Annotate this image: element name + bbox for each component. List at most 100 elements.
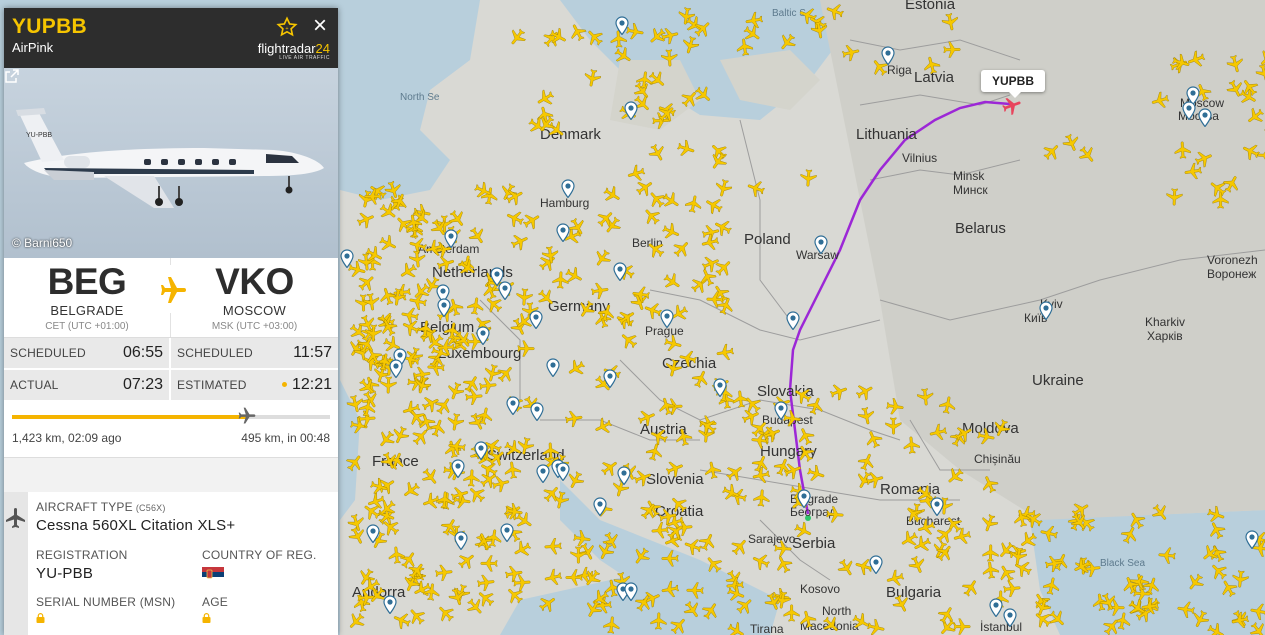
airport-pin-icon[interactable] [498,281,512,300]
aircraft-marker[interactable] [841,43,861,63]
aircraft-marker[interactable] [642,206,662,226]
aircraft-marker[interactable] [424,238,444,258]
aircraft-marker[interactable] [1219,578,1239,598]
aircraft-marker[interactable] [777,32,797,52]
aircraft-marker[interactable] [979,513,999,533]
aircraft-marker[interactable] [425,332,445,352]
registration-value[interactable]: YU-PBB [36,565,202,582]
aircraft-marker[interactable] [635,178,655,198]
aircraft-marker[interactable] [856,406,876,426]
aircraft-marker[interactable] [1164,187,1184,207]
aircraft-marker[interactable] [704,554,724,574]
aircraft-marker[interactable] [935,525,955,545]
aircraft-marker[interactable] [637,408,657,428]
aircraft-marker[interactable] [698,532,718,552]
aircraft-marker[interactable] [915,387,935,407]
aircraft-marker[interactable] [685,580,705,600]
aircraft-marker[interactable] [491,474,511,494]
airport-pin-icon[interactable] [989,598,1003,617]
aircraft-marker[interactable] [1190,609,1210,629]
airport-pin-icon[interactable] [1182,101,1196,120]
aircraft-marker[interactable] [345,453,365,473]
aircraft-marker[interactable] [703,460,723,480]
aircraft-marker[interactable] [377,498,397,518]
aircraft-marker[interactable] [404,213,424,233]
aircraft-marker[interactable] [663,358,683,378]
aircraft-marker[interactable] [672,239,692,259]
aircraft-marker[interactable] [619,330,639,350]
aircraft-marker[interactable] [613,46,633,66]
aircraft-marker[interactable] [680,89,700,109]
aircraft-marker[interactable] [347,526,367,546]
aircraft-marker[interactable] [548,27,568,47]
aircraft-marker[interactable] [715,342,735,362]
airport-pin-icon[interactable] [930,497,944,516]
aircraft-marker[interactable] [467,226,487,246]
aircraft-marker[interactable] [660,579,680,599]
selected-plane-icon[interactable] [1001,95,1023,117]
aircraft-marker[interactable] [1033,609,1053,629]
aircraft-marker[interactable] [1150,503,1170,523]
aircraft-marker[interactable] [1225,79,1245,99]
airport-pin-icon[interactable] [506,396,520,415]
aircraft-marker[interactable] [369,477,389,497]
aircraft-marker[interactable] [536,114,556,134]
aircraft-marker[interactable] [674,427,694,447]
airport-pin-icon[interactable] [500,523,514,542]
aircraft-marker[interactable] [1241,141,1261,161]
aircraft-marker[interactable] [938,395,958,415]
aircraft-marker[interactable] [725,463,745,483]
aircraft-marker[interactable] [540,245,560,265]
aircraft-marker[interactable] [475,406,495,426]
aircraft-marker[interactable] [1245,106,1265,126]
aircraft-marker[interactable] [408,291,428,311]
aircraft-marker[interactable] [751,465,771,485]
aircraft-marker[interactable] [935,543,955,563]
aircraft-marker[interactable] [515,436,535,456]
aircraft-marker[interactable] [682,600,702,620]
aircraft-marker[interactable] [698,416,718,436]
aircraft-marker[interactable] [1171,53,1191,73]
aircraft-marker[interactable] [383,180,403,200]
airport-pin-icon[interactable] [561,179,575,198]
aircraft-marker[interactable] [462,468,482,488]
aircraft-marker[interactable] [659,48,679,68]
aircraft-marker[interactable] [1018,530,1038,550]
aircraft-marker[interactable] [422,582,442,602]
aircraft-marker[interactable] [635,70,655,90]
aircraft-marker[interactable] [885,397,905,417]
aircraft-marker[interactable] [762,424,782,444]
aircraft-marker[interactable] [1061,133,1081,153]
aircraft-marker[interactable] [1173,140,1193,160]
aircraft-marker[interactable] [649,611,669,631]
aircraft-marker[interactable] [631,284,651,304]
aircraft-marker[interactable] [691,369,711,389]
aircraft-marker[interactable] [479,553,499,573]
aircraft-marker[interactable] [538,594,558,614]
aircraft-marker[interactable] [434,396,454,416]
aircraft-marker[interactable] [434,563,454,583]
aircraft-marker[interactable] [1185,572,1205,592]
aircraft-marker[interactable] [730,537,750,557]
aircraft-marker[interactable] [660,548,680,568]
aircraft-marker[interactable] [590,281,610,301]
aircraft-marker[interactable] [457,551,477,571]
airport-pin-icon[interactable] [476,326,490,345]
aircraft-marker[interactable] [346,611,366,631]
aircraft-type-name[interactable]: Cessna 560XL Citation XLS+ [36,517,338,534]
aircraft-marker[interactable] [597,303,617,323]
aircraft-marker[interactable] [721,483,741,503]
aircraft-marker[interactable] [457,258,477,278]
aircraft-marker[interactable] [566,358,586,378]
aircraft-marker[interactable] [376,429,396,449]
airport-pin-icon[interactable] [474,441,488,460]
aircraft-marker[interactable] [700,232,720,252]
airport-pin-icon[interactable] [556,223,570,242]
aircraft-marker[interactable] [829,382,849,402]
airport-pin-icon[interactable] [451,459,465,478]
aircraft-marker[interactable] [378,286,398,306]
aircraft-marker[interactable] [582,568,602,588]
aircraft-marker[interactable] [907,555,927,575]
airport-pin-icon[interactable] [774,401,788,420]
aircraft-marker[interactable] [991,418,1011,438]
